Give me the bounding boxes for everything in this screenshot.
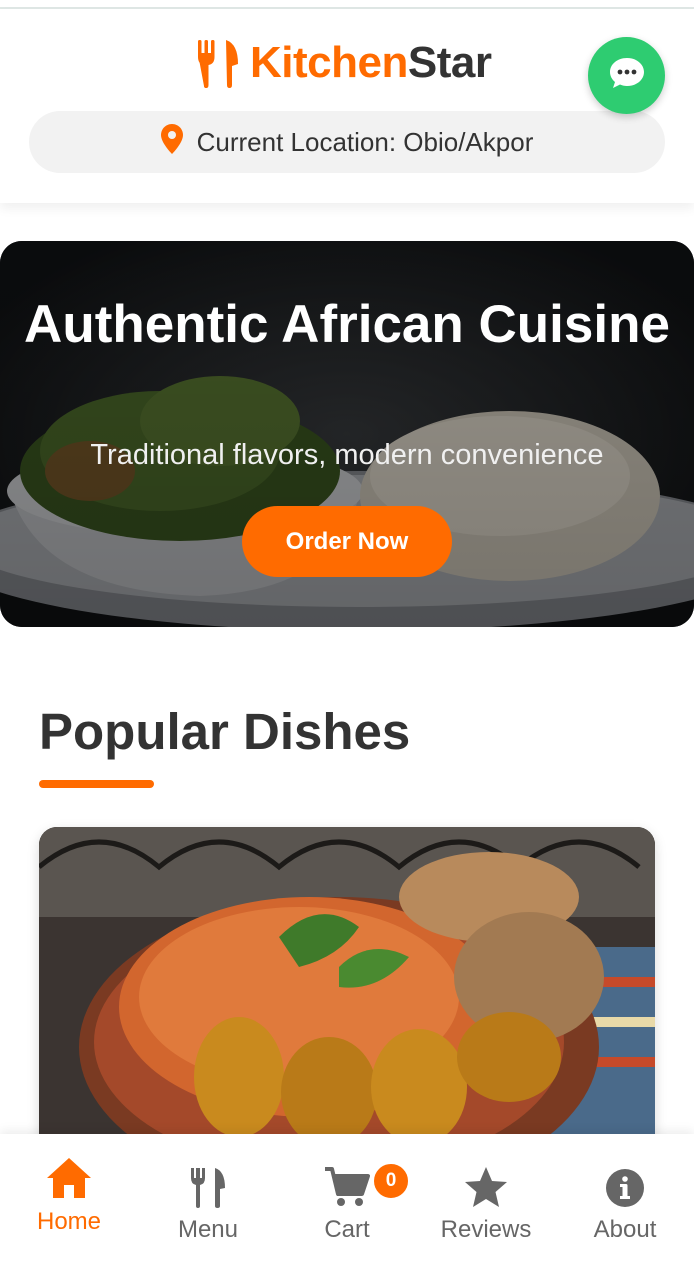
- app-header: KitchenStar Current Location: Obio/Akpor: [0, 9, 694, 203]
- brand-name-kitchen: Kitchen: [250, 38, 408, 87]
- info-icon: [565, 1168, 685, 1208]
- jollof-rice-dish-image: [39, 827, 655, 1167]
- brand-name-star: Star: [407, 38, 492, 87]
- nav-item-home[interactable]: Home: [9, 1134, 129, 1280]
- brand-name: KitchenStar: [250, 38, 492, 87]
- cart-count-badge: 0: [372, 1162, 410, 1200]
- map-pin-icon: [160, 123, 183, 161]
- nav-label-about: About: [593, 1216, 657, 1243]
- nav-item-cart[interactable]: Cart: [287, 1134, 407, 1280]
- nav-item-reviews[interactable]: Reviews: [426, 1134, 546, 1280]
- popular-dishes-title: Popular Dishes: [39, 703, 411, 760]
- current-location-bar[interactable]: Current Location: Obio/Akpor: [29, 111, 665, 173]
- nav-label-menu: Menu: [177, 1216, 239, 1243]
- current-location-text: Current Location: Obio/Akpor: [196, 126, 534, 157]
- fork-knife-icon: [148, 1166, 268, 1208]
- nav-item-menu[interactable]: Menu: [148, 1134, 268, 1280]
- dish-card[interactable]: [39, 827, 655, 1167]
- star-icon: [426, 1166, 546, 1208]
- hero-title: Authentic African Cuisine: [24, 295, 670, 354]
- order-now-button[interactable]: Order Now: [242, 506, 452, 577]
- nav-item-about[interactable]: About: [565, 1134, 685, 1280]
- chat-bubble-icon: [608, 56, 646, 95]
- hero-banner: Authentic African Cuisine Traditional fl…: [0, 241, 694, 627]
- home-icon: [9, 1156, 129, 1200]
- bottom-navigation: Home Menu Cart Reviews About: [0, 1134, 694, 1280]
- nav-label-reviews: Reviews: [440, 1216, 532, 1243]
- fork-knife-logo-icon: [196, 38, 240, 88]
- chat-button[interactable]: [588, 37, 665, 114]
- nav-label-home: Home: [36, 1208, 102, 1235]
- section-title-underline: [39, 780, 154, 788]
- nav-label-cart: Cart: [324, 1216, 370, 1243]
- hero-subtitle: Traditional flavors, modern convenience: [90, 439, 604, 471]
- brand-logo[interactable]: KitchenStar: [196, 35, 492, 91]
